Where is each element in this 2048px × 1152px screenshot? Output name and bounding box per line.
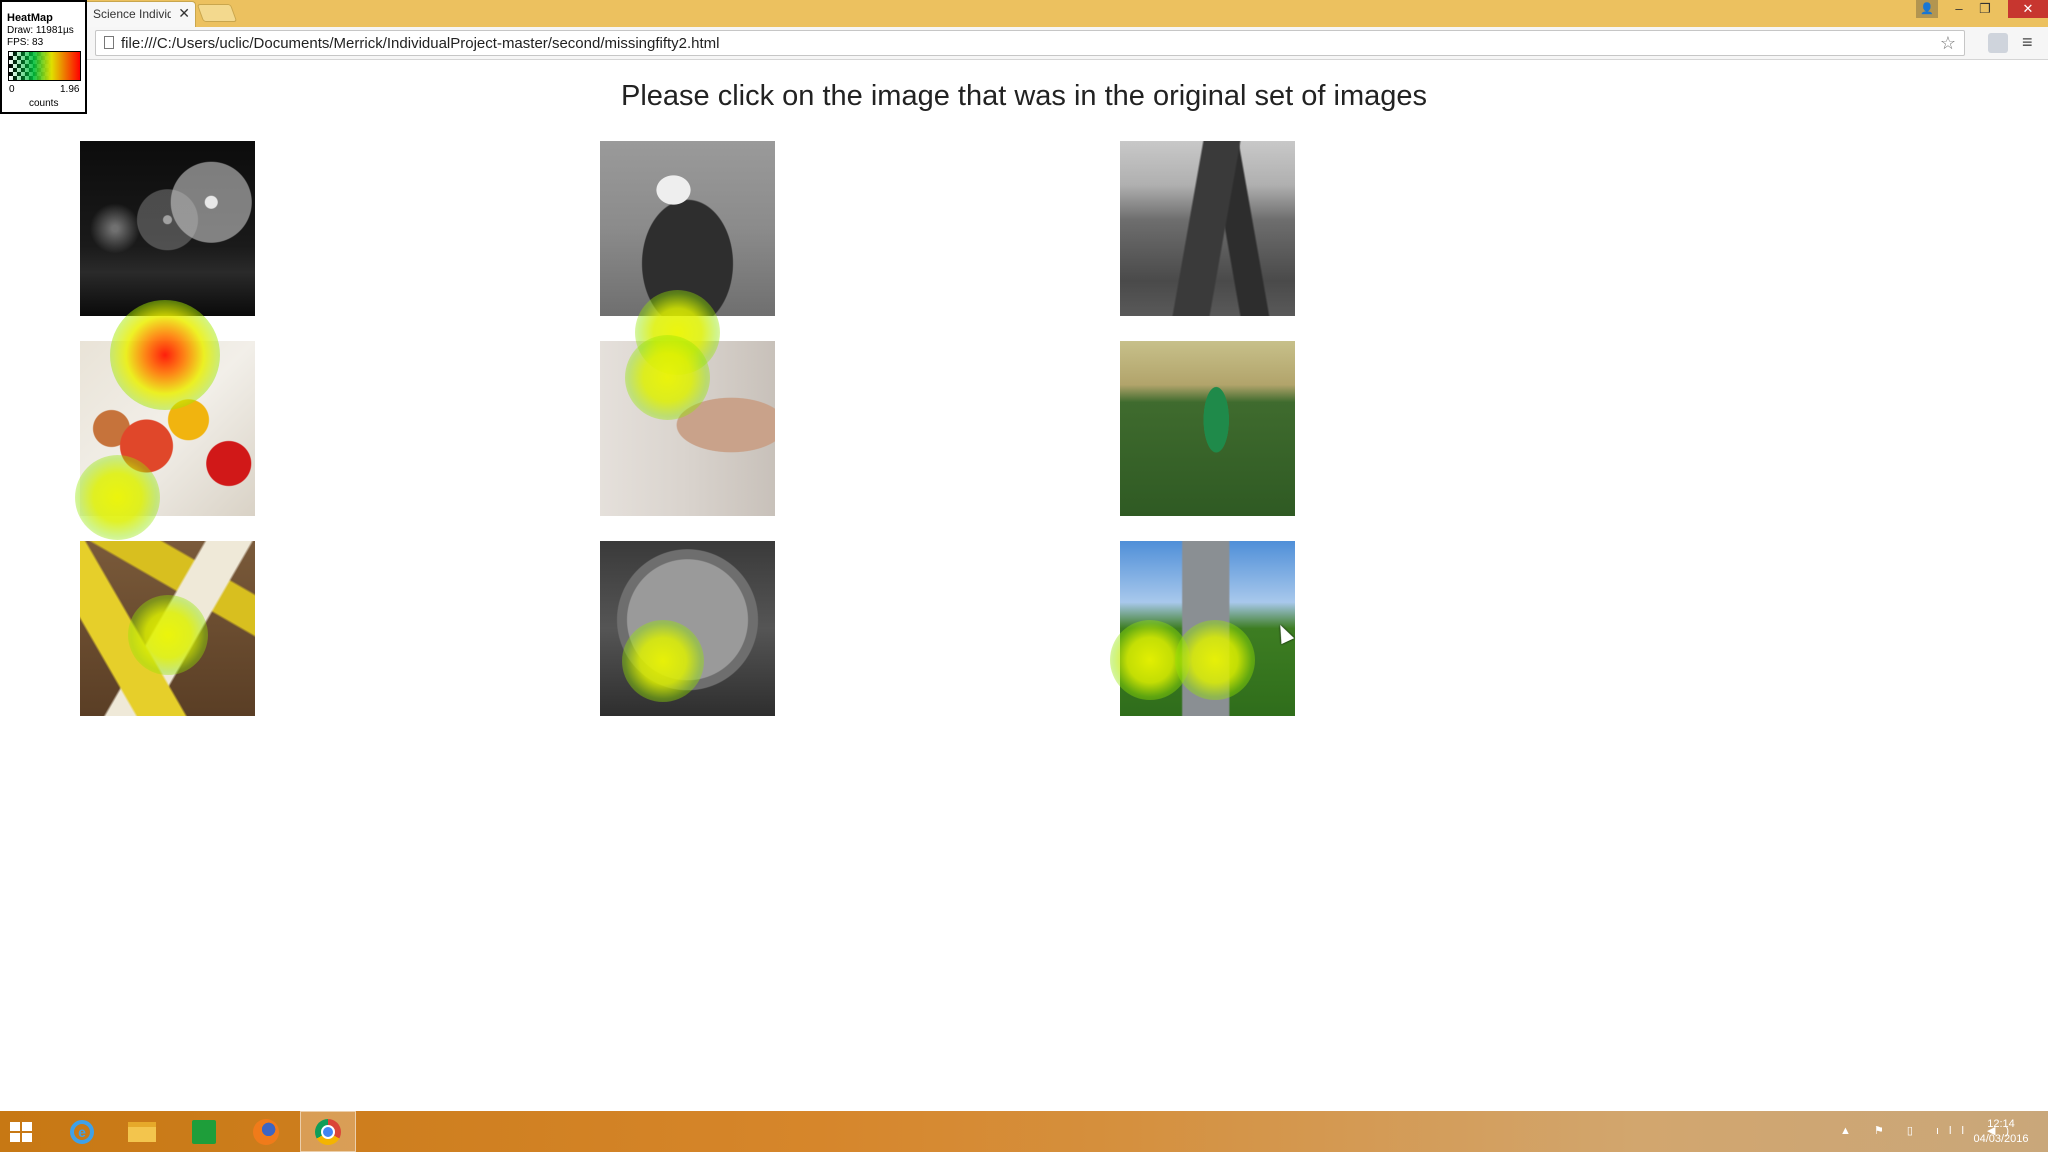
windows-taskbar: e ▲ ⚑ ▯ ıll ◀) 12:14 04/03/2016: [0, 1111, 2048, 1152]
measuring-tape-image[interactable]: [80, 541, 255, 716]
hand-cable-image[interactable]: [600, 341, 775, 516]
internet-explorer-icon: e: [70, 1119, 94, 1144]
park-stairs-image[interactable]: [1120, 541, 1295, 716]
eagle-image[interactable]: [600, 141, 775, 316]
store-icon: [192, 1119, 216, 1144]
restore-button[interactable]: ❐: [1972, 0, 1998, 18]
bookmark-star-icon[interactable]: ☆: [1940, 33, 1956, 53]
taskbar-ie-button[interactable]: e: [54, 1111, 110, 1152]
tab-title: Science Individu: [93, 7, 171, 21]
extension-icon[interactable]: [1988, 33, 2008, 53]
tab-close-icon[interactable]: ✕: [178, 6, 190, 20]
taskbar-file-explorer-button[interactable]: [114, 1111, 170, 1152]
heatmap-scale-label: counts: [29, 98, 59, 109]
chrome-icon: [315, 1118, 341, 1145]
heatmap-draw-time: Draw: 11981µs: [7, 25, 74, 36]
vegetables-image[interactable]: [80, 341, 255, 516]
taskbar-clock[interactable]: 12:14 04/03/2016: [1966, 1117, 2036, 1147]
browser-menu-icon[interactable]: ≡: [2022, 31, 2033, 53]
browser-tab[interactable]: Science Individu ✕: [82, 1, 196, 27]
pizza-image[interactable]: [600, 541, 775, 716]
taskbar-chrome-button[interactable]: [300, 1111, 356, 1152]
heatmap-legend: HeatMap Draw: 11981µs FPS: 83 0 1.96 cou…: [0, 0, 87, 114]
browser-toolbar: file:///C:/Users/uclic/Documents/Merrick…: [0, 27, 2048, 60]
close-window-button[interactable]: ✕: [2008, 0, 2048, 18]
windows-start-icon[interactable]: [10, 1122, 32, 1142]
url-text[interactable]: file:///C:/Users/uclic/Documents/Merrick…: [121, 35, 720, 52]
fireworks-image[interactable]: [80, 141, 255, 316]
user-profile-icon[interactable]: 👤: [1916, 0, 1938, 18]
address-bar[interactable]: file:///C:/Users/uclic/Documents/Merrick…: [95, 30, 1965, 56]
folder-icon: [128, 1121, 156, 1142]
heatmap-scale-max: 1.96: [60, 84, 80, 95]
firefox-icon: [253, 1118, 279, 1145]
clock-time: 12:14: [1987, 1118, 2015, 1130]
heatmap-color-scale: [8, 51, 81, 81]
browser-titlebar: Science Individu ✕ 👤 – ❐ ✕: [0, 0, 2048, 27]
sea-rocks-image[interactable]: [1120, 141, 1295, 316]
minimize-button[interactable]: –: [1946, 0, 1972, 18]
page-heading: Please click on the image that was in th…: [621, 80, 1427, 112]
taskbar-store-button[interactable]: [176, 1111, 232, 1152]
heatmap-scale-min: 0: [9, 84, 15, 95]
taskbar-firefox-button[interactable]: [238, 1111, 294, 1152]
clock-date: 04/03/2016: [1973, 1133, 2029, 1145]
page-icon: [104, 36, 114, 49]
heatmap-title: HeatMap: [7, 12, 53, 24]
heatmap-fps: FPS: 83: [7, 37, 44, 48]
new-tab-button[interactable]: [196, 4, 238, 22]
football-boy-image[interactable]: [1120, 341, 1295, 516]
